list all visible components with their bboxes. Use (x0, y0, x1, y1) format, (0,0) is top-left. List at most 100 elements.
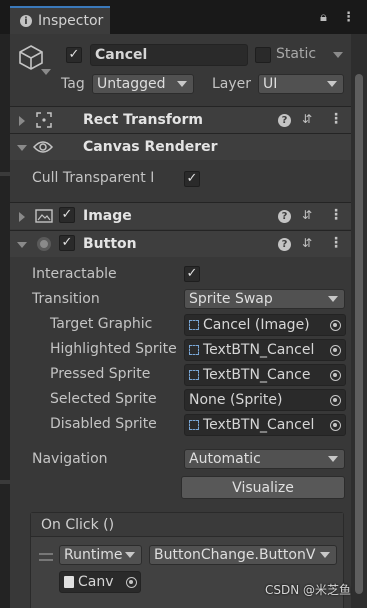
rect-transform-title: Rect Transform (83, 112, 204, 128)
runtime-dropdown[interactable]: Runtime (59, 545, 142, 565)
navigation-value: Automatic (189, 451, 261, 467)
foldout-expanded-icon[interactable] (17, 242, 27, 248)
lock-icon[interactable]: 🔒︎ (320, 10, 327, 25)
runtime-value: Runtime (64, 547, 123, 563)
help-icon[interactable]: ? (278, 210, 291, 223)
rect-transform-icon (36, 112, 52, 128)
button-header[interactable]: ✓ Button ? ⇵ ⋮ (10, 230, 351, 257)
target-graphic-field[interactable]: Cancel (Image) (184, 314, 346, 336)
object-picker-icon[interactable] (325, 390, 345, 410)
info-icon: i (20, 15, 32, 27)
transition-value: Sprite Swap (189, 291, 273, 307)
target-object-value: Canv (78, 574, 114, 590)
layer-value: UI (263, 76, 278, 92)
object-picker-icon[interactable] (325, 340, 345, 360)
help-icon[interactable]: ? (278, 114, 291, 127)
onclick-header: On Click () (31, 513, 343, 537)
transition-label: Transition (32, 291, 100, 307)
transition-dropdown[interactable]: Sprite Swap (184, 289, 345, 309)
pressed-sprite-field[interactable]: TextBTN_Cance (184, 364, 346, 386)
script-file-icon (64, 576, 74, 588)
presets-icon[interactable]: ⇵ (302, 112, 312, 126)
presets-icon[interactable]: ⇵ (302, 236, 312, 250)
scrollbar-thumb[interactable] (355, 74, 363, 594)
help-icon[interactable]: ? (278, 238, 291, 251)
static-checkbox[interactable] (255, 47, 271, 63)
foldout-collapsed-icon[interactable] (19, 116, 25, 126)
tab-label: Inspector (38, 13, 104, 29)
tab-inspector[interactable]: i Inspector (10, 6, 110, 34)
button-enabled-checkbox[interactable]: ✓ (59, 235, 75, 251)
highlighted-sprite-field[interactable]: TextBTN_Cancel (184, 339, 346, 361)
navigation-dropdown[interactable]: Automatic (184, 449, 345, 469)
static-dropdown-caret[interactable] (333, 52, 343, 58)
object-picker-icon[interactable] (325, 315, 345, 335)
chevron-down-icon (125, 552, 135, 558)
visualize-button[interactable]: Visualize (181, 476, 345, 499)
interactable-checkbox[interactable]: ✓ (184, 266, 200, 282)
edge-divider (0, 172, 10, 176)
inspector-panel: ✓ Cancel Static Tag Untagged Layer UI Re… (10, 34, 351, 608)
sprite-icon (189, 345, 199, 355)
tag-label: Tag (61, 76, 85, 92)
canvas-renderer-header[interactable]: Canvas Renderer (10, 133, 351, 160)
target-graphic-label: Target Graphic (50, 316, 153, 332)
static-label: Static (276, 46, 317, 62)
highlighted-sprite-value: TextBTN_Cancel (203, 342, 315, 358)
object-picker-icon[interactable] (325, 365, 345, 385)
edge-divider (0, 480, 10, 484)
target-graphic-value: Cancel (Image) (203, 317, 310, 333)
selected-sprite-value: None (Sprite) (189, 392, 283, 408)
left-panel-edge (0, 0, 10, 608)
button-title: Button (83, 236, 137, 252)
chevron-down-icon (177, 81, 187, 87)
watermark: CSDN @米芝鱼 (264, 583, 351, 597)
tag-value: Untagged (97, 76, 166, 92)
object-picker-icon[interactable] (325, 415, 345, 435)
image-title: Image (83, 208, 132, 224)
chevron-down-icon (328, 456, 338, 462)
disabled-sprite-label: Disabled Sprite (50, 416, 157, 432)
image-header[interactable]: ✓ Image ? ⇵ ⋮ (10, 202, 351, 229)
layer-dropdown[interactable]: UI (258, 74, 344, 94)
icon-dropdown-caret[interactable] (41, 69, 51, 75)
foldout-collapsed-icon[interactable] (19, 212, 25, 222)
component-menu-icon[interactable]: ⋮ (329, 111, 343, 127)
pressed-sprite-value: TextBTN_Cance (203, 367, 311, 383)
tag-dropdown[interactable]: Untagged (92, 74, 194, 94)
disabled-sprite-field[interactable]: TextBTN_Cancel (184, 414, 346, 436)
disabled-sprite-value: TextBTN_Cancel (203, 417, 315, 433)
name-field[interactable]: Cancel (90, 44, 248, 66)
active-checkbox[interactable]: ✓ (66, 47, 82, 63)
image-enabled-checkbox[interactable]: ✓ (59, 207, 75, 223)
layer-label: Layer (212, 76, 252, 92)
presets-icon[interactable]: ⇵ (302, 208, 312, 222)
chevron-down-icon (320, 552, 330, 558)
button-icon (37, 237, 51, 251)
sprite-icon (189, 420, 199, 430)
function-dropdown[interactable]: ButtonChange.ButtonV (149, 545, 337, 565)
target-object-field[interactable]: Canv (59, 571, 141, 593)
pressed-sprite-label: Pressed Sprite (50, 366, 151, 382)
canvas-renderer-title: Canvas Renderer (83, 139, 218, 155)
drag-handle-icon[interactable] (39, 553, 53, 561)
component-menu-icon[interactable]: ⋮ (329, 235, 343, 251)
cull-transparent-label: Cull Transparent Mes (32, 170, 153, 186)
interactable-label: Interactable (32, 266, 117, 282)
kebab-menu-icon[interactable]: ⋮ (342, 10, 355, 25)
tab-bar: i Inspector 🔒︎ ⋮ (0, 0, 367, 34)
cube-icon[interactable] (18, 44, 44, 70)
component-menu-icon[interactable]: ⋮ (329, 207, 343, 223)
chevron-down-icon (327, 81, 337, 87)
image-icon (35, 208, 53, 224)
object-picker-icon[interactable] (122, 573, 140, 591)
image-component-icon (189, 320, 199, 330)
scrollbar[interactable] (351, 34, 367, 608)
cull-transparent-checkbox[interactable]: ✓ (184, 171, 200, 187)
eye-icon (32, 140, 54, 154)
selected-sprite-label: Selected Sprite (50, 391, 157, 407)
selected-sprite-field[interactable]: None (Sprite) (184, 389, 346, 411)
rect-transform-header[interactable]: Rect Transform ? ⇵ ⋮ (10, 106, 351, 133)
navigation-label: Navigation (32, 451, 108, 467)
foldout-expanded-icon[interactable] (17, 145, 27, 151)
